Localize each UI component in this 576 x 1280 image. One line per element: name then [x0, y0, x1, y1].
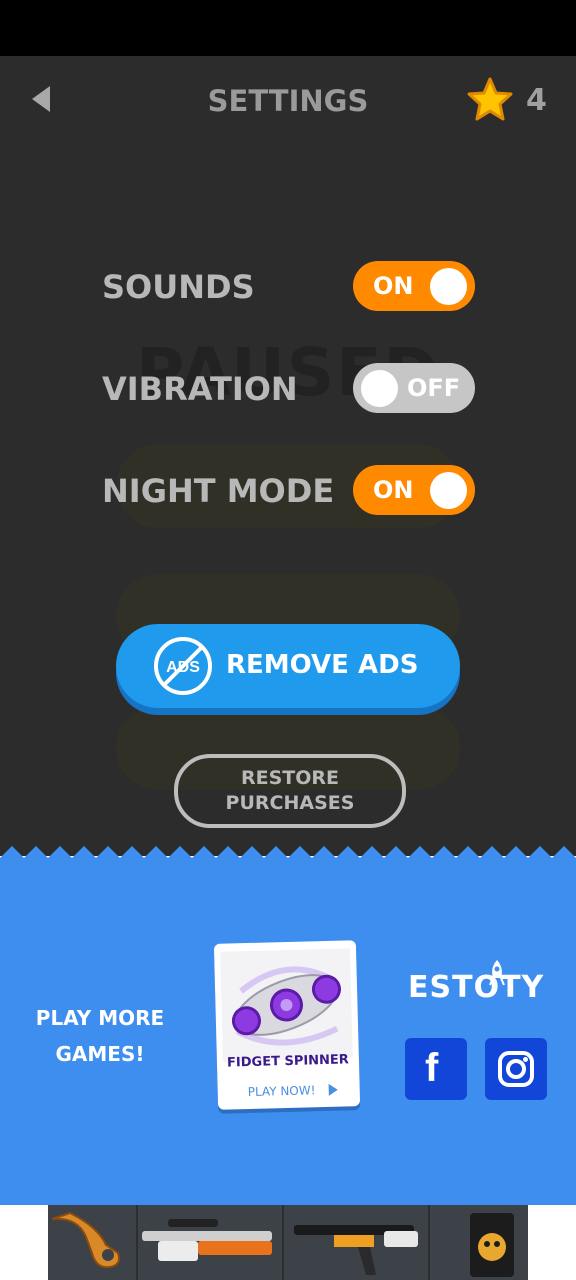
play-now-link[interactable]: PLAY NOW!: [248, 1083, 316, 1099]
promo-section: PLAY MORE GAMES! FIDGET SPINNER PLAY NOW…: [0, 862, 576, 1205]
restore-purchases-button[interactable]: RESTORE PURCHASES: [174, 754, 406, 828]
game-card[interactable]: FIDGET SPINNER PLAY NOW!: [213, 940, 361, 1110]
toggle-knob: [430, 268, 467, 305]
sounds-toggle[interactable]: ON: [353, 261, 475, 311]
ad-banner[interactable]: [48, 1205, 528, 1280]
sniper-rifle-icon: [142, 1219, 272, 1261]
night-mode-toggle[interactable]: ON: [353, 465, 475, 515]
toggle-knob: [361, 370, 398, 407]
instagram-button[interactable]: [485, 1038, 547, 1100]
ad-item-assault-rifle: [284, 1205, 430, 1280]
instagram-icon: [498, 1051, 534, 1087]
brand-logo: ESTOTY: [408, 970, 545, 1005]
sticker-pack-icon: [470, 1213, 514, 1277]
sounds-toggle-state: ON: [373, 272, 414, 300]
remove-ads-label: REMOVE ADS: [226, 650, 419, 680]
play-more-line1: PLAY MORE: [35, 1006, 165, 1030]
status-bar: [0, 0, 576, 56]
play-more-line2: GAMES!: [55, 1042, 145, 1066]
facebook-button[interactable]: f: [405, 1038, 467, 1100]
star-icon: [467, 77, 513, 121]
assault-rifle-icon: [294, 1225, 418, 1275]
vibration-label: VIBRATION: [102, 370, 298, 408]
restore-label-line2: PURCHASES: [225, 792, 355, 814]
night-mode-label: NIGHT MODE: [102, 472, 335, 510]
toggle-knob: [430, 472, 467, 509]
play-more-games-text: PLAY MORE GAMES!: [14, 1000, 186, 1072]
remove-ads-button[interactable]: ADS REMOVE ADS: [116, 624, 460, 708]
fidget-spinner-icon: [220, 948, 353, 1062]
ad-item-sniper-rifle: [138, 1205, 284, 1280]
vibration-toggle-state: OFF: [407, 374, 461, 402]
ad-item-sticker-pack: [430, 1205, 528, 1280]
vibration-toggle[interactable]: OFF: [353, 363, 475, 413]
rocket-icon: [489, 960, 505, 986]
no-ads-icon-text: ADS: [166, 659, 200, 676]
play-arrow-icon: [328, 1083, 338, 1096]
knife-icon: [51, 1211, 120, 1269]
star-count: 4: [526, 83, 547, 118]
no-ads-icon: ADS: [154, 637, 212, 695]
restore-label-line1: RESTORE: [240, 767, 339, 789]
settings-panel: PAUSED SETTINGS 4 SOUNDS ON VIBRATION OF…: [0, 56, 576, 856]
sounds-label: SOUNDS: [102, 268, 255, 306]
game-name: FIDGET SPINNER: [226, 1052, 350, 1071]
facebook-icon: f: [425, 1046, 439, 1090]
night-mode-toggle-state: ON: [373, 476, 414, 504]
ad-item-knife: [48, 1205, 138, 1280]
